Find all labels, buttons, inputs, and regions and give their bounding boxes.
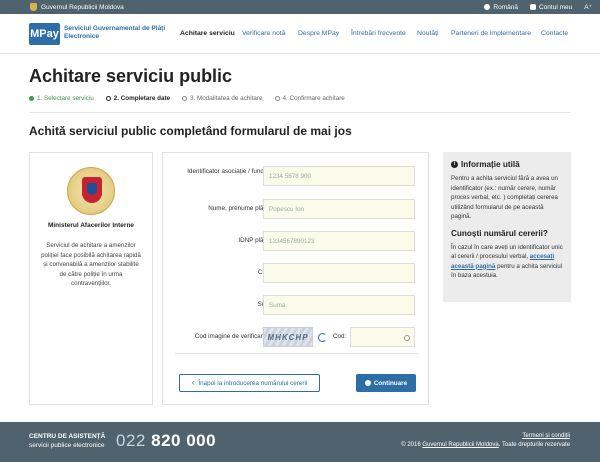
form-row: Clasa <box>163 263 430 283</box>
nav-achitare-serviciu[interactable]: Achitare serviciu <box>180 30 235 37</box>
captcha-code-input[interactable] <box>350 327 415 347</box>
gov-topbar: Guvernul Republicii Moldova Română Contu… <box>0 0 600 14</box>
nav-intrebari-frecvente[interactable]: Întrebări frecvente <box>351 30 406 37</box>
identifier-input[interactable]: 1234 5678 900 <box>263 166 415 186</box>
captcha-image: MHKCHP <box>263 327 313 347</box>
section-title: Achită serviciul public completând formu… <box>29 124 352 138</box>
back-button[interactable]: ‹ Înapoi la introducerea numărului cerer… <box>179 374 320 392</box>
step-1[interactable]: 1. Selectare serviciu <box>29 95 94 102</box>
step-4: 4. Confirmare achitare <box>274 95 345 102</box>
site-header: MPay Serviciul Guvernamental de Plăți El… <box>0 14 600 54</box>
chevron-left-icon: ‹ <box>191 378 195 387</box>
info-text-2: În cazul în care aveți un identificator … <box>451 243 563 280</box>
step-3: 3. Modalitatea de achitare <box>182 95 263 102</box>
step-check-icon <box>29 96 34 101</box>
moldova-coat-of-arms-icon <box>67 167 115 215</box>
nav-noutati[interactable]: Noutăți <box>417 30 439 37</box>
nav-contacte[interactable]: Contacte <box>541 30 568 37</box>
form-row: IDNP plătitor 1234567890123 <box>163 231 430 251</box>
form-row: Suma Suma <box>163 295 430 315</box>
language-switch[interactable]: Română <box>484 3 518 11</box>
info-title: i Informație utilă <box>451 160 563 169</box>
field-label: Nume, prenume plătitor <box>208 205 274 212</box>
organization-name: Ministerul Afacerilor Interne <box>47 222 135 229</box>
logo-text[interactable]: Serviciul Guvernamental de Plăți Electro… <box>64 25 174 41</box>
gov-name: Guvernul Republicii Moldova <box>41 3 124 11</box>
captcha-row: Cod imagine de verificare: MHKCHP Cod: <box>163 327 430 347</box>
step-circle-icon <box>182 96 188 101</box>
terms-link[interactable]: Termeni și condiții <box>401 432 570 441</box>
info-question: Cunoști numărul cererii? <box>451 228 548 238</box>
field-label: Clasa <box>184 269 274 277</box>
gov-link[interactable]: Guvernul Republicii Moldova <box>422 442 498 448</box>
refresh-icon[interactable] <box>318 333 327 342</box>
info-panel: i Informație utilă Pentru a achita servic… <box>443 152 571 302</box>
nav-despre-mpay[interactable]: Despre MPay <box>298 30 339 37</box>
info-text: Pentru a achita serviciul fără a avea un… <box>451 175 558 220</box>
globe-icon <box>484 3 491 10</box>
nav-verificare-nota[interactable]: Verificare notă <box>242 30 285 37</box>
field-label: Identificator asociație / fundație <box>187 168 274 175</box>
form-row: Nume, prenume plătitor Popescu Ion <box>163 199 430 219</box>
info-icon: i <box>451 161 458 168</box>
payer-name-input[interactable]: Popescu Ion <box>263 199 415 219</box>
divider <box>29 112 571 113</box>
footer-legal: Termeni și condiții © 2016 Guvernul Repu… <box>401 432 570 450</box>
organization-description: Serviciul de achitare a amenzilor poliți… <box>41 242 141 287</box>
font-size-toggle[interactable]: A⁺ <box>584 3 592 11</box>
idnp-input[interactable]: 1234567890123 <box>263 231 415 251</box>
continue-button[interactable]: Continuare <box>356 374 416 392</box>
field-label: IDNP plătitor <box>238 237 274 244</box>
gov-brand[interactable]: Guvernul Republicii Moldova <box>30 3 124 11</box>
form-row: Identificator asociație / fundație 1234 … <box>163 166 430 186</box>
moldova-crest-icon <box>30 3 37 11</box>
step-circle-icon <box>105 96 111 101</box>
code-label: Cod: <box>333 333 347 340</box>
payment-form: Identificator asociație / fundație 1234 … <box>162 152 429 405</box>
captcha-label: Cod imagine de verificare: <box>194 333 268 340</box>
field-label: Suma <box>184 301 274 309</box>
step-circle-icon <box>274 96 280 101</box>
nav-parteneri[interactable]: Parteneri de implementare <box>451 30 531 37</box>
check-circle-icon <box>364 380 371 386</box>
mpay-logo[interactable]: MPay <box>29 23 60 45</box>
form-divider <box>175 353 418 354</box>
support-phone[interactable]: 022 820 000 <box>116 431 216 451</box>
account-link[interactable]: Contul meu <box>529 3 572 11</box>
assistance-center: CENTRU DE ASISTENȚĂ servicii publice ele… <box>29 433 106 449</box>
amount-input[interactable]: Suma <box>263 295 415 315</box>
copyright: © 2016 Guvernul Republicii Moldova. Toat… <box>401 442 570 448</box>
eye-icon[interactable] <box>404 335 410 341</box>
page-title: Achitare serviciu public <box>29 66 233 86</box>
class-input[interactable] <box>263 263 415 283</box>
progress-steps: 1. Selectare serviciu 2. Completare date… <box>29 95 345 102</box>
site-footer: CENTRU DE ASISTENȚĂ servicii publice ele… <box>0 422 600 462</box>
user-icon <box>529 3 536 10</box>
step-2: 2. Completare date <box>105 95 170 102</box>
